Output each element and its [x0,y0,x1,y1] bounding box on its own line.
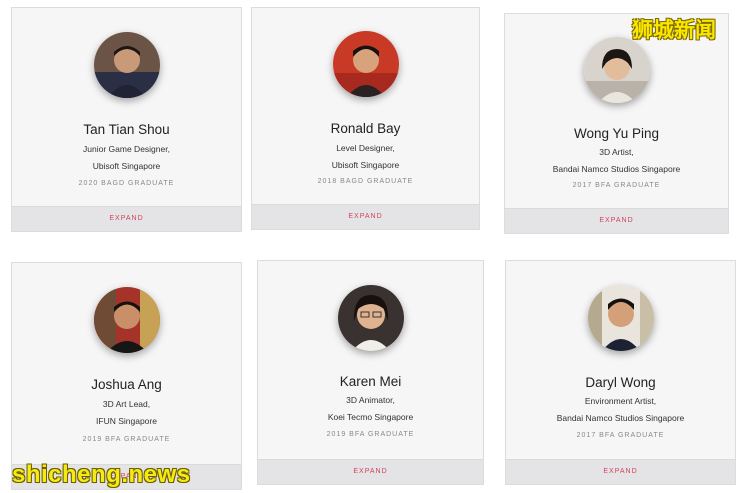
profile-title: Junior Game Designer, [83,144,170,154]
avatar [337,285,404,351]
profile-title: 3D Artist, [599,147,634,157]
profile-title: Environment Artist, [584,396,657,406]
expand-button[interactable]: EXPAND [12,206,241,231]
graduate-label: 2017 BFA GRADUATE [572,182,661,189]
expand-button[interactable]: EXPAND [252,204,479,229]
profile-card: Ronald Bay Level Designer, Ubisoft Singa… [251,7,480,230]
avatar [583,37,650,103]
graduate-label: 2020 BAGD GRADUATE [78,180,175,187]
profile-role: 3D Artist, Bandai Namco Studios Singapor… [505,144,728,178]
profile-role: Environment Artist, Bandai Namco Studios… [506,393,735,427]
graduate-label: 2019 BFA GRADUATE [326,431,415,438]
graduate-label: 2018 BAGD GRADUATE [317,178,414,185]
avatar [93,287,160,353]
profile-title: Level Designer, [336,143,395,153]
profile-card: Joshua Ang 3D Art Lead, IFUN Singapore 2… [11,262,242,490]
avatar [93,32,160,98]
profile-role: Level Designer, Ubisoft Singapore [252,140,479,174]
profile-name: Wong Yu Ping [573,126,660,141]
profile-name: Karen Mei [339,374,402,389]
profile-company: Bandai Namco Studios Singapore [556,413,685,423]
profile-role: 3D Animator, Koei Tecmo Singapore [258,392,483,426]
profile-name: Ronald Bay [330,121,401,136]
profile-card: Tan Tian Shou Junior Game Designer, Ubis… [11,7,242,232]
profile-title: 3D Animator, [346,395,395,405]
profile-company: Ubisoft Singapore [92,161,161,171]
profile-card: Karen Mei 3D Animator, Koei Tecmo Singap… [257,260,484,485]
watermark-bottom-left: shicheng.news [12,461,191,488]
profile-company: Ubisoft Singapore [331,160,400,170]
profile-company: IFUN Singapore [96,416,157,426]
graduate-label: 2019 BFA GRADUATE [82,436,171,443]
profile-name: Daryl Wong [585,375,656,390]
profile-role: 3D Art Lead, IFUN Singapore [12,396,241,430]
profile-title: 3D Art Lead, [102,399,151,409]
profile-card: Wong Yu Ping 3D Artist, Bandai Namco Stu… [504,13,729,234]
profile-name: Joshua Ang [91,377,162,392]
expand-button[interactable]: EXPAND [506,459,735,484]
avatar [332,31,399,97]
profile-role: Junior Game Designer, Ubisoft Singapore [12,141,241,175]
profile-company: Koei Tecmo Singapore [327,412,414,422]
profile-company: Bandai Namco Studios Singapore [552,164,681,174]
expand-button[interactable]: EXPAND [505,208,728,233]
avatar [587,285,654,351]
expand-button[interactable]: EXPAND [258,459,483,484]
profile-name: Tan Tian Shou [83,122,170,137]
watermark-top-right: 狮城新闻 [632,19,716,42]
graduate-label: 2017 BFA GRADUATE [576,432,665,439]
profile-card: Daryl Wong Environment Artist, Bandai Na… [505,260,736,485]
